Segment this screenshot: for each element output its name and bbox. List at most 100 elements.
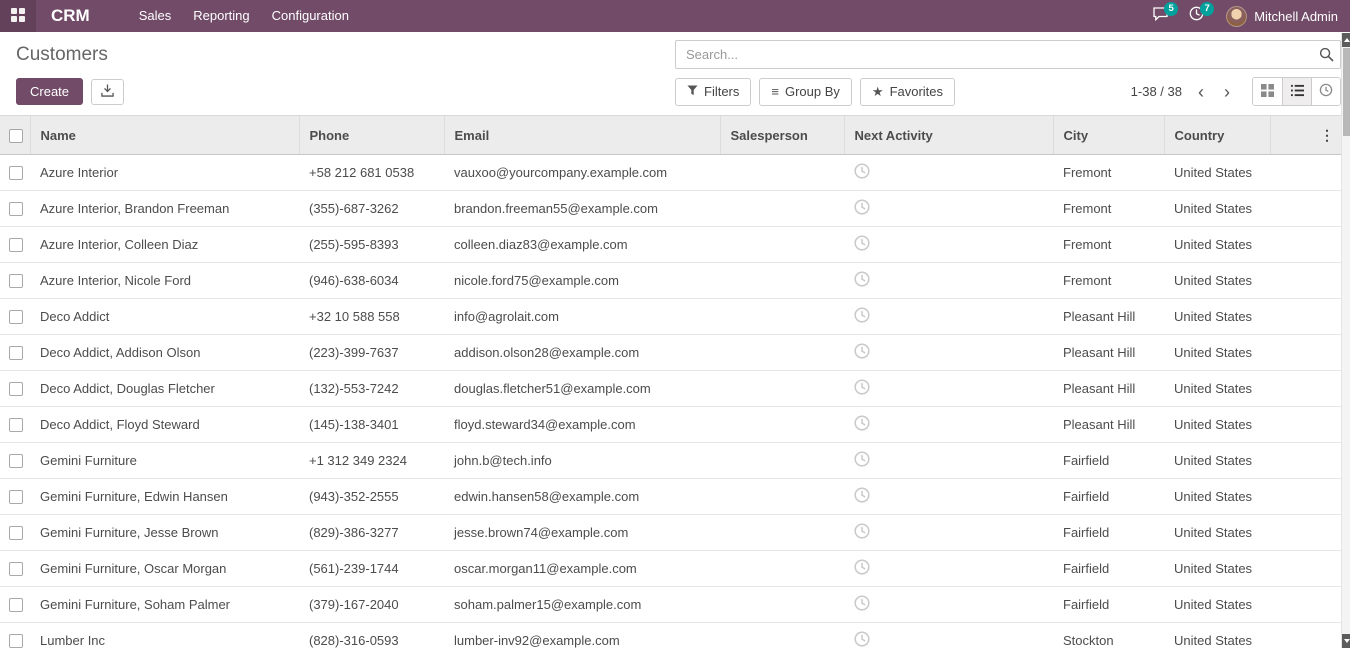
column-header-email[interactable]: Email [444,116,720,155]
column-header-next-activity[interactable]: Next Activity [844,116,1053,155]
pager-next-button[interactable]: › [1214,83,1240,101]
row-select-cell [0,551,30,587]
customer-row[interactable]: Gemini Furniture, Oscar Morgan (561)-239… [0,551,1341,587]
cell-salesperson [720,299,844,335]
row-checkbox[interactable] [9,310,23,324]
cell-phone: (379)-167-2040 [299,587,444,623]
row-checkbox[interactable] [9,202,23,216]
scrollbar[interactable] [1341,33,1350,648]
menu-sales[interactable]: Sales [128,0,183,32]
customer-row[interactable]: Gemini Furniture, Soham Palmer (379)-167… [0,587,1341,623]
customer-row[interactable]: Azure Interior +58 212 681 0538 vauxoo@y… [0,155,1341,191]
customer-row[interactable]: Lumber Inc (828)-316-0593 lumber-inv92@e… [0,623,1341,648]
filters-button[interactable]: Filters [675,78,751,106]
row-checkbox[interactable] [9,382,23,396]
row-checkbox[interactable] [9,166,23,180]
customer-row[interactable]: Gemini Furniture, Jesse Brown (829)-386-… [0,515,1341,551]
column-header-city[interactable]: City [1053,116,1164,155]
scrollbar-thumb[interactable] [1343,48,1350,136]
row-checkbox[interactable] [9,454,23,468]
menu-configuration[interactable]: Configuration [261,0,360,32]
topbar-right: 5 7 Mitchell Admin [1142,0,1350,32]
cell-country: United States [1164,155,1270,191]
customer-row[interactable]: Azure Interior, Colleen Diaz (255)-595-8… [0,227,1341,263]
next-activity-clock-icon[interactable] [854,343,870,362]
column-header-phone[interactable]: Phone [299,116,444,155]
search-options: Filters ≡ Group By ★ Favorites 1-38 / 38… [675,77,1341,106]
optional-columns-toggle[interactable]: ⋮ [1270,116,1341,155]
select-all-checkbox[interactable] [9,129,23,143]
column-header-salesperson[interactable]: Salesperson [720,116,844,155]
favorites-button[interactable]: ★ Favorites [860,78,955,106]
cell-city: Fremont [1053,155,1164,191]
next-activity-clock-icon[interactable] [854,271,870,290]
next-activity-clock-icon[interactable] [854,523,870,542]
avatar [1226,6,1247,27]
next-activity-clock-icon[interactable] [854,307,870,326]
next-activity-clock-icon[interactable] [854,451,870,470]
list-view-button[interactable] [1282,78,1311,105]
apps-menu-button[interactable] [0,0,36,32]
row-checkbox[interactable] [9,598,23,612]
cell-email: brandon.freeman55@example.com [444,191,720,227]
search-input[interactable] [675,40,1341,69]
row-checkbox[interactable] [9,562,23,576]
customer-row[interactable]: Azure Interior, Brandon Freeman (355)-68… [0,191,1341,227]
apps-grid-icon [11,8,25,25]
row-select-cell [0,227,30,263]
cell-salesperson [720,551,844,587]
column-header-name[interactable]: Name [30,116,299,155]
row-checkbox[interactable] [9,490,23,504]
column-header-country[interactable]: Country [1164,116,1270,155]
menu-reporting[interactable]: Reporting [182,0,260,32]
row-checkbox[interactable] [9,238,23,252]
row-checkbox[interactable] [9,274,23,288]
customer-row[interactable]: Azure Interior, Nicole Ford (946)-638-60… [0,263,1341,299]
cell-city: Fairfield [1053,443,1164,479]
activity-view-button[interactable] [1311,78,1340,105]
next-activity-clock-icon[interactable] [854,559,870,578]
customer-row[interactable]: Deco Addict +32 10 588 558 info@agrolait… [0,299,1341,335]
cell-name: Gemini Furniture, Soham Palmer [30,587,299,623]
customer-row[interactable]: Gemini Furniture, Edwin Hansen (943)-352… [0,479,1341,515]
row-checkbox[interactable] [9,634,23,648]
row-select-cell [0,371,30,407]
star-icon: ★ [872,84,884,100]
next-activity-clock-icon[interactable] [854,487,870,506]
table-body: Azure Interior +58 212 681 0538 vauxoo@y… [0,155,1341,648]
page-title: Customers [16,44,108,66]
customer-row[interactable]: Gemini Furniture +1 312 349 2324 john.b@… [0,443,1341,479]
scrollbar-down-arrow[interactable] [1342,634,1350,648]
pager-previous-button[interactable]: ‹ [1188,83,1214,101]
search-icon[interactable] [1319,47,1334,67]
row-checkbox[interactable] [9,418,23,432]
group-by-button[interactable]: ≡ Group By [759,78,852,106]
cell-filler [1270,515,1341,551]
cell-name: Azure Interior [30,155,299,191]
next-activity-clock-icon[interactable] [854,631,870,648]
customer-row[interactable]: Deco Addict, Douglas Fletcher (132)-553-… [0,371,1341,407]
next-activity-clock-icon[interactable] [854,595,870,614]
messages-button[interactable]: 5 [1142,0,1178,32]
next-activity-clock-icon[interactable] [854,415,870,434]
export-button[interactable] [91,79,124,105]
next-activity-clock-icon[interactable] [854,199,870,218]
search-bar [675,40,1341,69]
user-menu[interactable]: Mitchell Admin [1214,0,1350,32]
cell-city: Fairfield [1053,587,1164,623]
row-checkbox[interactable] [9,526,23,540]
activities-button[interactable]: 7 [1178,0,1214,32]
next-activity-clock-icon[interactable] [854,379,870,398]
kanban-view-button[interactable] [1253,78,1282,105]
customer-row[interactable]: Deco Addict, Floyd Steward (145)-138-340… [0,407,1341,443]
next-activity-clock-icon[interactable] [854,235,870,254]
next-activity-clock-icon[interactable] [854,163,870,182]
filter-button-group: Filters ≡ Group By ★ Favorites [675,78,955,106]
cell-filler [1270,587,1341,623]
customer-row[interactable]: Deco Addict, Addison Olson (223)-399-763… [0,335,1341,371]
scrollbar-up-arrow[interactable] [1342,33,1350,47]
cell-email: vauxoo@yourcompany.example.com [444,155,720,191]
create-button[interactable]: Create [16,78,83,105]
row-checkbox[interactable] [9,346,23,360]
cell-country: United States [1164,515,1270,551]
